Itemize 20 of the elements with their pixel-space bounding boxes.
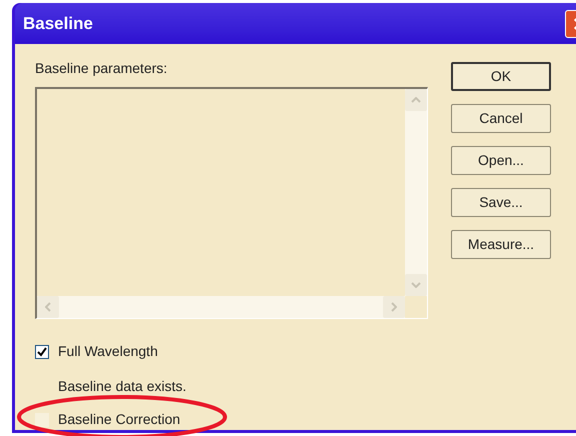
horizontal-scrollbar[interactable] xyxy=(37,296,405,318)
dialog-button[interactable]: Cancel xyxy=(451,104,551,133)
scroll-right-button[interactable] xyxy=(383,296,405,318)
checkbox-label: Baseline Correction xyxy=(58,410,180,429)
dialog-button[interactable]: Open... xyxy=(451,146,551,175)
dialog-button[interactable]: OK xyxy=(451,62,551,91)
scroll-down-button[interactable] xyxy=(405,274,427,296)
checkmark-icon xyxy=(37,346,47,356)
scroll-left-button[interactable] xyxy=(37,296,59,318)
status-text: Baseline data exists. xyxy=(58,377,188,396)
dialog-button[interactable]: Save... xyxy=(451,188,551,217)
window-title: Baseline xyxy=(23,12,93,35)
checkbox[interactable] xyxy=(35,344,49,358)
checkbox[interactable] xyxy=(35,412,49,426)
parameters-list[interactable] xyxy=(35,87,428,319)
checkbox-label: Full Wavelength xyxy=(58,342,158,361)
scroll-up-button[interactable] xyxy=(405,89,427,111)
dialog-button[interactable]: Measure... xyxy=(451,230,551,259)
parameters-label: Baseline parameters: xyxy=(35,59,168,78)
vertical-scrollbar[interactable] xyxy=(405,89,427,296)
